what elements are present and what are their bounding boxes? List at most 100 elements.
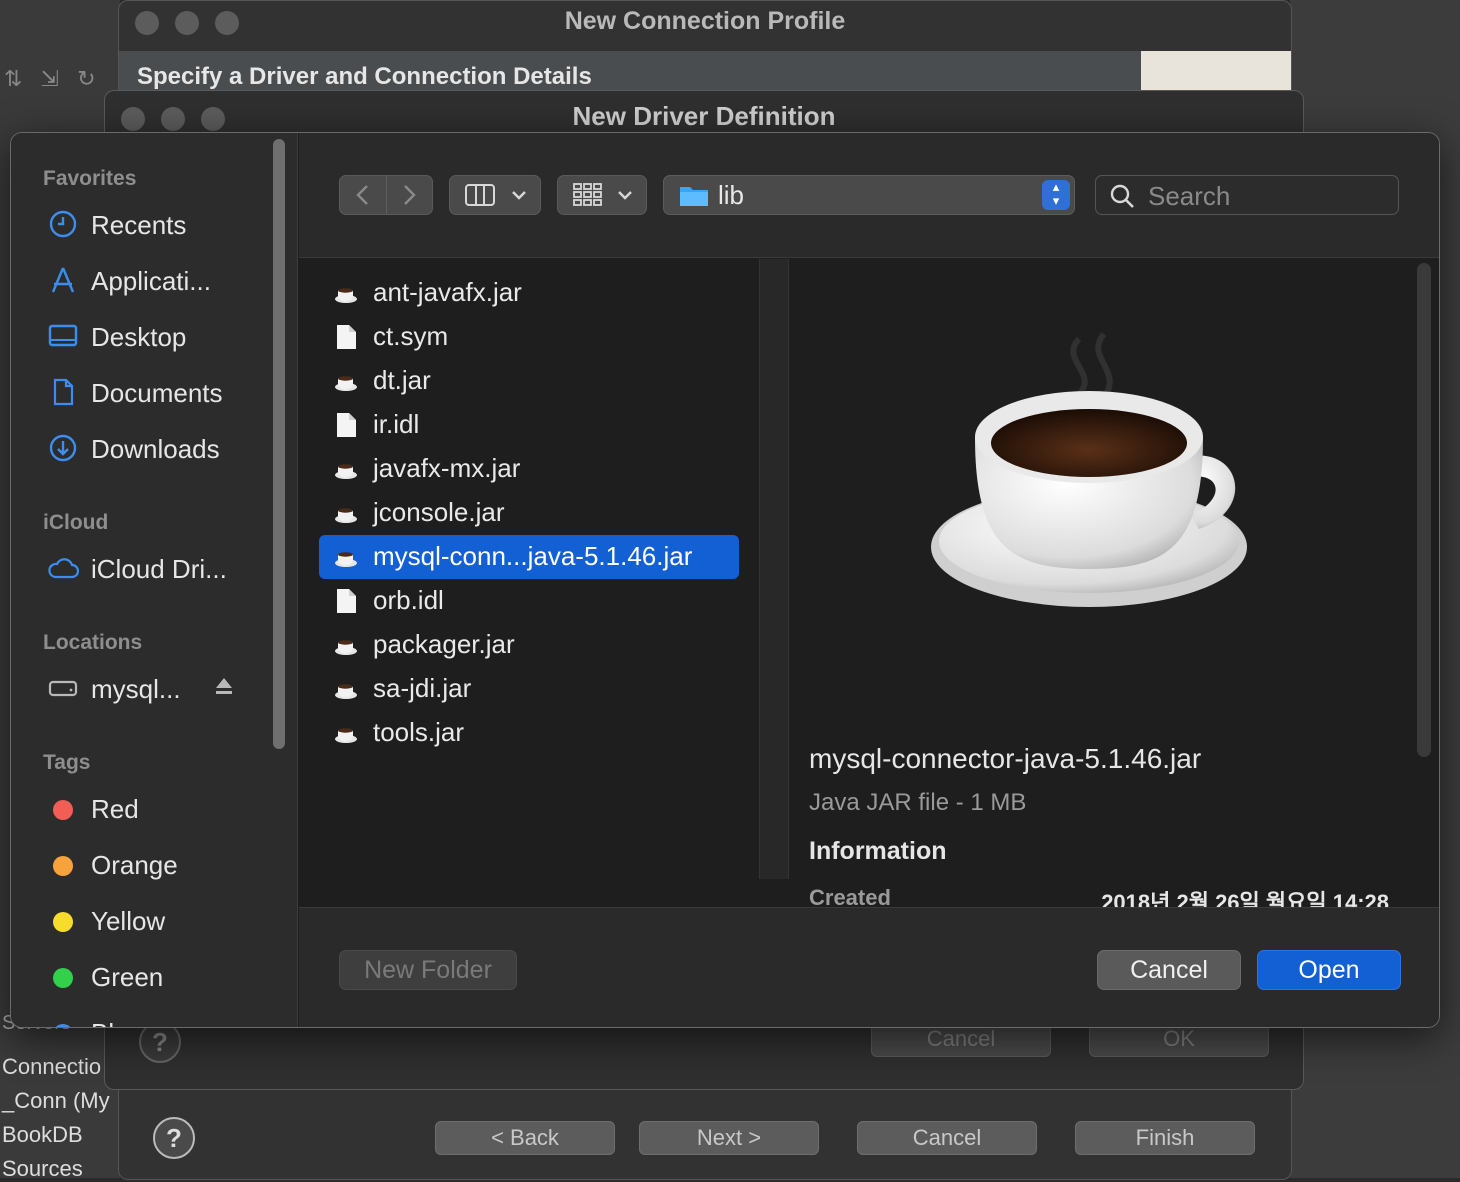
favorites-heading: Favorites: [43, 167, 137, 190]
java-cup-icon: [335, 728, 357, 743]
disk-icon: [47, 673, 79, 705]
new-folder-button[interactable]: New Folder: [339, 950, 517, 990]
next-button[interactable]: Next >: [639, 1121, 819, 1155]
file-name: dt.jar: [373, 365, 431, 395]
forward-nav-button[interactable]: [386, 176, 432, 214]
java-cup-icon: [335, 508, 357, 523]
file-row[interactable]: sa-jdi.jar: [319, 667, 739, 711]
chevron-down-icon: [618, 191, 632, 200]
file-open-dialog: Favorites Recents Applicati... Desktop D…: [10, 132, 1440, 1028]
preview-file-name: mysql-connector-java-5.1.46.jar: [809, 743, 1202, 774]
tag-dot-icon: [53, 912, 73, 932]
search-field[interactable]: Search: [1095, 175, 1399, 215]
sidebar-item-label: Blue: [91, 1018, 143, 1027]
open-button[interactable]: Open: [1257, 950, 1401, 990]
bg-item-conn: _Conn (My: [2, 1088, 110, 1113]
eject-icon[interactable]: [213, 675, 237, 699]
file-row[interactable]: orb.idl: [319, 579, 739, 623]
sidebar-tag-blue[interactable]: Blue: [43, 1013, 283, 1027]
sidebar-item-recents[interactable]: Recents: [43, 205, 283, 245]
sidebar-item-label: iCloud Dri...: [91, 554, 227, 584]
preview-info-heading: Information: [809, 837, 947, 865]
sidebar-tag-green[interactable]: Green: [43, 957, 283, 997]
sidebar-item-applications[interactable]: Applicati...: [43, 261, 283, 301]
file-name: packager.jar: [373, 629, 515, 659]
sidebar-item-label: Yellow: [91, 906, 166, 936]
folder-icon: [680, 187, 708, 206]
desktop-icon: [47, 321, 79, 353]
file-row[interactable]: jconsole.jar: [319, 491, 739, 535]
back-nav-button[interactable]: [340, 176, 387, 214]
wizard-banner-image: [1141, 51, 1291, 91]
sidebar-item-documents[interactable]: Documents: [43, 373, 283, 413]
current-folder-label: lib: [718, 180, 745, 210]
file-name: ct.sym: [373, 321, 449, 351]
download-icon: [47, 433, 79, 465]
file-name: ir.idl: [373, 409, 420, 439]
group-by-button[interactable]: [557, 175, 647, 215]
icloud-heading: iCloud: [43, 511, 109, 534]
search-placeholder: Search: [1148, 181, 1231, 211]
java-cup-icon: [335, 464, 357, 479]
java-cup-icon: [335, 552, 357, 567]
finish-button[interactable]: Finish: [1075, 1121, 1255, 1155]
sidebar-item-label: mysql...: [91, 674, 181, 704]
background-toolbar-icons: ⇅ ⇲ ↻: [4, 66, 102, 91]
cancel-button[interactable]: Cancel: [857, 1121, 1037, 1155]
file-name: javafx-mx.jar: [373, 453, 521, 483]
window-title: New Driver Definition: [572, 101, 836, 131]
sidebar-item-downloads[interactable]: Downloads: [43, 429, 283, 469]
sidebar-item-label: Red: [91, 794, 139, 824]
blank-document-icon: [337, 413, 356, 437]
file-row[interactable]: javafx-mx.jar: [319, 447, 739, 491]
clock-icon: [47, 209, 79, 241]
file-row[interactable]: ir.idl: [319, 403, 739, 447]
bg-item-connection: Connectio: [2, 1054, 102, 1079]
help-button[interactable]: ?: [153, 1117, 195, 1159]
back-button[interactable]: < Back: [435, 1121, 615, 1155]
document-icon: [47, 377, 79, 409]
dialog-button-bar: New Folder Cancel Open: [299, 907, 1439, 1027]
cancel-button[interactable]: Cancel: [1097, 950, 1241, 990]
sidebar-item-icloud-drive[interactable]: iCloud Dri...: [43, 549, 283, 589]
column-divider[interactable]: [759, 259, 789, 879]
file-row-selected[interactable]: mysql-conn...java-5.1.46.jar: [319, 535, 739, 579]
file-row[interactable]: packager.jar: [319, 623, 739, 667]
window-title: New Connection Profile: [564, 7, 846, 35]
search-icon: [1110, 184, 1134, 208]
chevron-down-icon: [512, 191, 526, 200]
file-name: ant-javafx.jar: [373, 277, 522, 307]
file-row[interactable]: ant-javafx.jar: [319, 271, 739, 315]
file-row[interactable]: ct.sym: [319, 315, 739, 359]
sidebar-item-desktop[interactable]: Desktop: [43, 317, 283, 357]
cloud-icon: [47, 553, 80, 585]
file-name: jconsole.jar: [373, 497, 505, 527]
sidebar-tag-yellow[interactable]: Yellow: [43, 901, 283, 941]
java-cup-icon: [335, 640, 357, 655]
sidebar-item-label: Documents: [91, 378, 223, 408]
column-view-button[interactable]: [449, 175, 541, 215]
java-cup-icon: [335, 376, 357, 391]
preview-scrollbar[interactable]: [1417, 263, 1431, 757]
nav-back-forward: [339, 175, 433, 215]
java-coffee-cup-icon: [931, 332, 1247, 607]
preview-file-kind: Java JAR file - 1 MB: [809, 789, 1027, 816]
file-row[interactable]: tools.jar: [319, 711, 739, 755]
tags-heading: Tags: [43, 751, 91, 774]
file-row[interactable]: dt.jar: [319, 359, 739, 403]
column-view-icon: [465, 184, 495, 206]
tag-dot-icon: [53, 856, 73, 876]
sidebar-item-label: Applicati...: [91, 266, 211, 296]
sidebar-tag-orange[interactable]: Orange: [43, 845, 283, 885]
grid-icon: [573, 183, 602, 206]
sidebar-item-label: Orange: [91, 850, 178, 880]
path-popup[interactable]: lib ▴ ▾: [663, 175, 1075, 215]
sidebar-item-label: Recents: [91, 210, 187, 240]
sidebar-item-mysql-volume[interactable]: mysql...: [43, 669, 283, 709]
sidebar-tag-red[interactable]: Red: [43, 789, 283, 829]
dialog-toolbar: lib ▴ ▾ Search: [299, 133, 1439, 258]
file-name: mysql-conn...java-5.1.46.jar: [373, 541, 693, 571]
blank-document-icon: [337, 325, 356, 349]
wizard-header: Specify a Driver and Connection Details: [119, 51, 1291, 91]
browser-main: lib ▴ ▾ Search ant-javafx.jar ct.sym dt.j…: [299, 133, 1439, 1027]
